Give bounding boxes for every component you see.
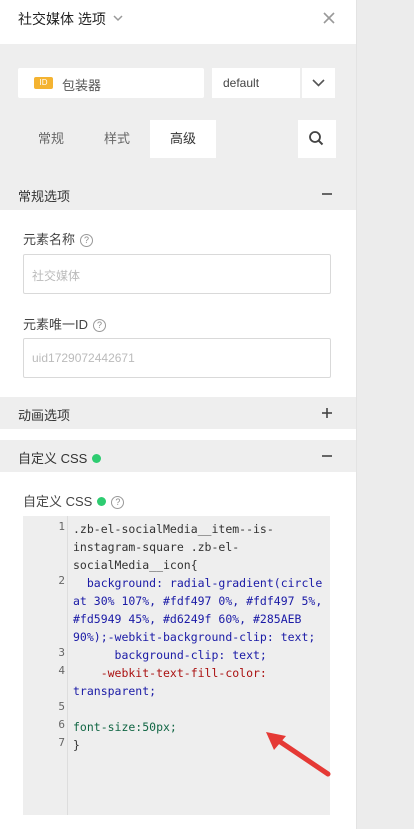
line-number: 5	[58, 700, 65, 713]
panel-title: 社交媒体 选项	[18, 11, 106, 27]
section-label: 动画选项	[18, 408, 71, 423]
chevron-down-icon	[312, 79, 325, 87]
element-name: 包装器	[62, 78, 102, 93]
search-button[interactable]	[298, 120, 336, 158]
line-number: 4	[58, 664, 65, 677]
element-name-placeholder: 社交媒体	[32, 269, 81, 283]
code-line: #fd5949 45%, #d6249f 60%, #285AEB	[73, 612, 302, 626]
section-label: 自定义 CSS	[18, 448, 102, 467]
custom-css-label-text: 自定义 CSS	[23, 494, 93, 509]
code-line: socialMedia__icon{	[73, 558, 198, 572]
code-line: 90%);-webkit-background-clip: text;	[73, 630, 316, 644]
close-icon[interactable]	[321, 10, 337, 26]
element-name-label: 元素名称?	[23, 229, 94, 248]
options-panel: 社交媒体 选项 ID 包装器 default 常规 样式 高级 常规选项 元素名…	[0, 0, 356, 829]
code-line: background: radial-gradient(circle	[73, 576, 323, 590]
tab-bar: 常规 样式 高级	[0, 120, 356, 158]
panel-header: 社交媒体 选项	[0, 0, 356, 44]
section-animation-options[interactable]: 动画选项	[0, 397, 356, 429]
minus-icon[interactable]	[320, 187, 334, 201]
tab-general[interactable]: 常规	[18, 120, 84, 158]
section-label-text: 自定义 CSS	[18, 451, 88, 466]
status-dot	[97, 497, 107, 506]
search-icon	[309, 131, 324, 146]
minus-icon[interactable]	[320, 449, 334, 463]
element-id-placeholder: uid1729072442671	[32, 351, 135, 365]
plus-icon[interactable]	[320, 406, 334, 420]
element-id-input[interactable]: uid1729072442671	[23, 338, 331, 378]
chevron-down-icon[interactable]	[111, 11, 125, 25]
element-name-input[interactable]: 社交媒体	[23, 254, 331, 294]
element-id-label: 元素唯一ID?	[23, 314, 107, 333]
code-line: background-clip: text;	[73, 648, 267, 662]
section-label: 常规选项	[18, 189, 71, 204]
line-number-gutter: 1 2 3 4 5 6 7	[23, 516, 68, 815]
preset-select[interactable]: default	[212, 68, 300, 98]
preset-value: default	[223, 76, 260, 90]
help-icon[interactable]: ?	[111, 496, 125, 509]
tab-advanced[interactable]: 高级	[150, 120, 216, 158]
help-icon[interactable]: ?	[93, 319, 107, 332]
element-name-label-text: 元素名称	[23, 232, 76, 247]
section-custom-css[interactable]: 自定义 CSS	[0, 440, 356, 472]
status-dot	[92, 454, 102, 463]
element-top-area: ID 包装器 default 常规 样式 高级	[0, 44, 356, 178]
code-line: instagram-square .zb-el-	[73, 540, 240, 554]
section-general-options[interactable]: 常规选项	[0, 178, 356, 210]
code-line: .zb-el-socialMedia__item--is-	[73, 522, 274, 536]
preset-dropdown-button[interactable]	[302, 68, 335, 98]
code-line: -webkit-text-fill-color:	[73, 666, 267, 680]
code-line: at 30% 107%, #fdf497 0%, #fdf497 5%,	[73, 594, 323, 608]
element-id-label-text: 元素唯一ID	[23, 317, 89, 332]
code-line: transparent;	[73, 684, 157, 698]
line-number: 1	[58, 520, 65, 533]
line-number: 7	[58, 736, 65, 749]
element-selector[interactable]: ID 包装器	[18, 68, 204, 98]
custom-css-label: 自定义 CSS?	[23, 491, 125, 510]
line-number: 3	[58, 646, 65, 659]
line-number: 6	[58, 718, 65, 731]
line-number: 2	[58, 574, 65, 587]
tab-style[interactable]: 样式	[84, 120, 150, 158]
arrow-annotation	[266, 732, 331, 777]
id-badge: ID	[34, 77, 53, 89]
canvas-area	[356, 0, 414, 829]
help-icon[interactable]: ?	[80, 234, 94, 247]
